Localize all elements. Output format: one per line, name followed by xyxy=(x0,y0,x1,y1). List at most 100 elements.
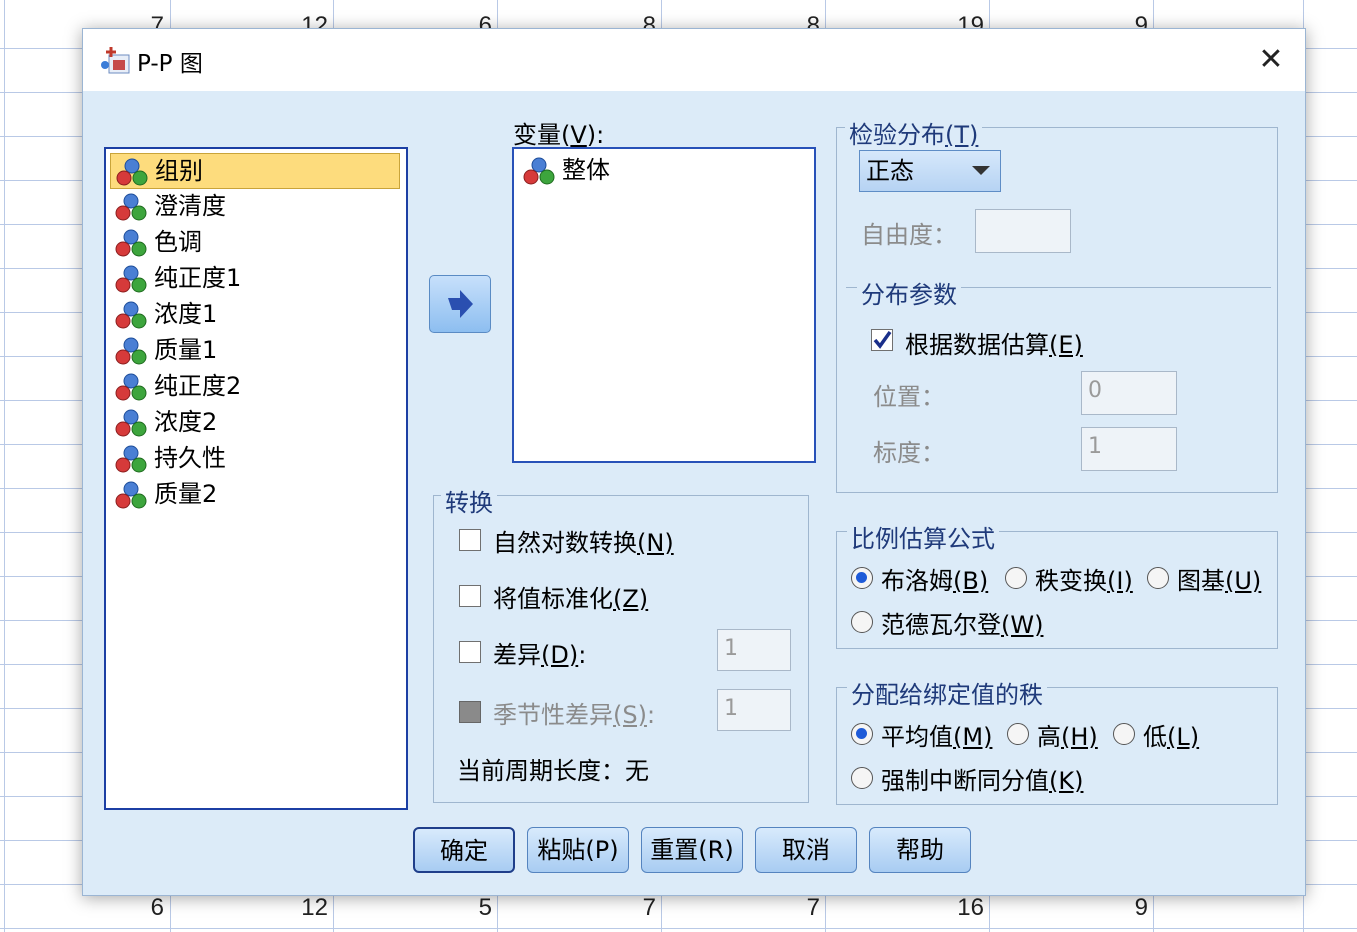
df-label: 自由度： xyxy=(861,221,957,249)
df-input[interactable] xyxy=(975,209,1071,253)
blom-label[interactable]: 布洛姆(B) xyxy=(881,561,988,596)
cell-value[interactable]: 5 xyxy=(452,894,492,922)
break-ties-label[interactable]: 强制中断同分值(K) xyxy=(881,761,1083,796)
nominal-variable-icon xyxy=(115,409,147,437)
cell-value[interactable]: 7 xyxy=(780,894,820,922)
variable-list-item[interactable]: 整体 xyxy=(518,153,808,187)
seasonal-difference-input[interactable]: 1 xyxy=(717,689,791,731)
reset-button[interactable]: 重置(R) xyxy=(641,827,743,873)
variable-label: 质量1 xyxy=(154,336,218,364)
seasonal-difference-checkbox[interactable] xyxy=(459,701,481,723)
low-label[interactable]: 低(L) xyxy=(1143,717,1199,752)
variables-label-text: 变量 xyxy=(513,121,561,149)
mean-radio[interactable] xyxy=(851,723,873,745)
van-der-waerden-label[interactable]: 范德瓦尔登(W) xyxy=(881,605,1043,640)
nominal-variable-icon xyxy=(115,301,147,329)
nominal-variable-icon xyxy=(115,337,147,365)
cancel-button[interactable]: 取消 xyxy=(755,827,857,873)
estimate-from-data-checkbox[interactable] xyxy=(871,329,893,351)
variable-label: 澄清度 xyxy=(154,192,226,220)
estimate-from-data-label[interactable]: 根据数据估算(E) xyxy=(905,325,1083,360)
low-radio[interactable] xyxy=(1113,723,1135,745)
variable-list-item[interactable]: 质量2 xyxy=(110,477,400,511)
variable-list-item[interactable]: 浓度1 xyxy=(110,297,400,331)
standardize-checkbox[interactable] xyxy=(459,585,481,607)
rankit-label[interactable]: 秩变换(I) xyxy=(1035,561,1133,596)
variable-label: 组别 xyxy=(155,157,203,185)
source-variable-list[interactable]: 组别澄清度色调纯正度1 浓度1 质量1 纯正度2 浓度2 持久性质量2 xyxy=(104,147,408,810)
variable-label: 浓度1 xyxy=(154,300,218,328)
distribution-value: 正态 xyxy=(866,157,914,185)
cell-value[interactable]: 7 xyxy=(616,894,656,922)
ok-button[interactable]: 确定 xyxy=(413,827,515,873)
variables-label: 变量(V): xyxy=(513,121,605,149)
variable-list-item[interactable]: 色调 xyxy=(110,225,400,259)
checkmark-icon xyxy=(873,330,892,349)
distribution-select[interactable]: 正态 xyxy=(859,150,1001,192)
seasonal-difference-label[interactable]: 季节性差异(S): xyxy=(493,695,655,730)
nominal-variable-icon xyxy=(116,158,148,186)
blom-radio[interactable] xyxy=(851,567,873,589)
nominal-variable-icon xyxy=(115,265,147,293)
rankit-radio[interactable] xyxy=(1005,567,1027,589)
pp-plot-app-icon xyxy=(101,47,130,74)
variables-suffix: : xyxy=(596,121,605,149)
cell-value[interactable]: 16 xyxy=(944,894,984,922)
help-button[interactable]: 帮助 xyxy=(869,827,971,873)
variable-label: 浓度2 xyxy=(154,408,218,436)
ties-rank-title: 分配给绑定值的秩 xyxy=(847,675,1047,710)
variable-list-item[interactable]: 澄清度 xyxy=(110,189,400,223)
nominal-variable-icon xyxy=(115,229,147,257)
nominal-variable-icon xyxy=(115,481,147,509)
proportion-formula-title: 比例估算公式 xyxy=(847,519,999,554)
cell-value[interactable]: 12 xyxy=(288,894,328,922)
variable-label: 整体 xyxy=(562,156,610,184)
variables-target-list[interactable]: 整体 xyxy=(512,147,816,463)
difference-input[interactable]: 1 xyxy=(717,629,791,671)
variable-list-item[interactable]: 纯正度1 xyxy=(110,261,400,295)
paste-button[interactable]: 粘贴(P) xyxy=(527,827,629,873)
transform-group-title: 转换 xyxy=(441,483,497,518)
variable-label: 色调 xyxy=(154,228,202,256)
difference-label[interactable]: 差异(D): xyxy=(493,635,586,670)
test-distribution-title: 检验分布(T) xyxy=(845,115,983,150)
scale-input[interactable]: 1 xyxy=(1081,427,1177,471)
van-der-waerden-radio[interactable] xyxy=(851,611,873,633)
high-label[interactable]: 高(H) xyxy=(1037,717,1098,752)
variable-list-item[interactable]: 质量1 xyxy=(110,333,400,367)
variable-label: 质量2 xyxy=(154,480,218,508)
variables-mnemonic: V xyxy=(570,121,587,149)
nominal-variable-icon xyxy=(523,157,555,185)
cell-value[interactable]: 6 xyxy=(124,894,164,922)
break-ties-radio[interactable] xyxy=(851,767,873,789)
nominal-variable-icon xyxy=(115,373,147,401)
scale-label: 标度： xyxy=(873,439,945,467)
chevron-down-icon xyxy=(972,166,990,175)
variable-list-item[interactable]: 浓度2 xyxy=(110,405,400,439)
tukey-radio[interactable] xyxy=(1147,567,1169,589)
natural-log-label[interactable]: 自然对数转换(N) xyxy=(493,523,674,558)
period-length-label: 当前周期长度：无 xyxy=(457,757,649,785)
variable-label: 纯正度2 xyxy=(154,372,242,400)
mean-label[interactable]: 平均值(M) xyxy=(881,717,992,752)
variable-label: 纯正度1 xyxy=(154,264,242,292)
difference-checkbox[interactable] xyxy=(459,641,481,663)
variable-list-item[interactable]: 组别 xyxy=(110,153,400,189)
pp-plot-dialog: P-P 图 ✕ 组别澄清度色调纯正度1 浓度1 质量1 纯正度2 浓度2 持久性质量2 变… xyxy=(82,28,1306,896)
standardize-label[interactable]: 将值标准化(Z) xyxy=(493,579,648,614)
tukey-label[interactable]: 图基(U) xyxy=(1177,561,1261,596)
dialog-title: P-P 图 xyxy=(137,51,203,77)
nominal-variable-icon xyxy=(115,193,147,221)
variable-list-item[interactable]: 持久性 xyxy=(110,441,400,475)
cell-value[interactable]: 9 xyxy=(1108,894,1148,922)
variable-label: 持久性 xyxy=(154,444,226,472)
natural-log-checkbox[interactable] xyxy=(459,529,481,551)
move-variable-button[interactable] xyxy=(429,275,491,333)
nominal-variable-icon xyxy=(115,445,147,473)
right-arrow-icon xyxy=(448,290,473,318)
location-input[interactable]: 0 xyxy=(1081,371,1177,415)
title-bar[interactable]: P-P 图 ✕ xyxy=(83,29,1305,91)
high-radio[interactable] xyxy=(1007,723,1029,745)
close-icon[interactable]: ✕ xyxy=(1251,41,1291,79)
variable-list-item[interactable]: 纯正度2 xyxy=(110,369,400,403)
